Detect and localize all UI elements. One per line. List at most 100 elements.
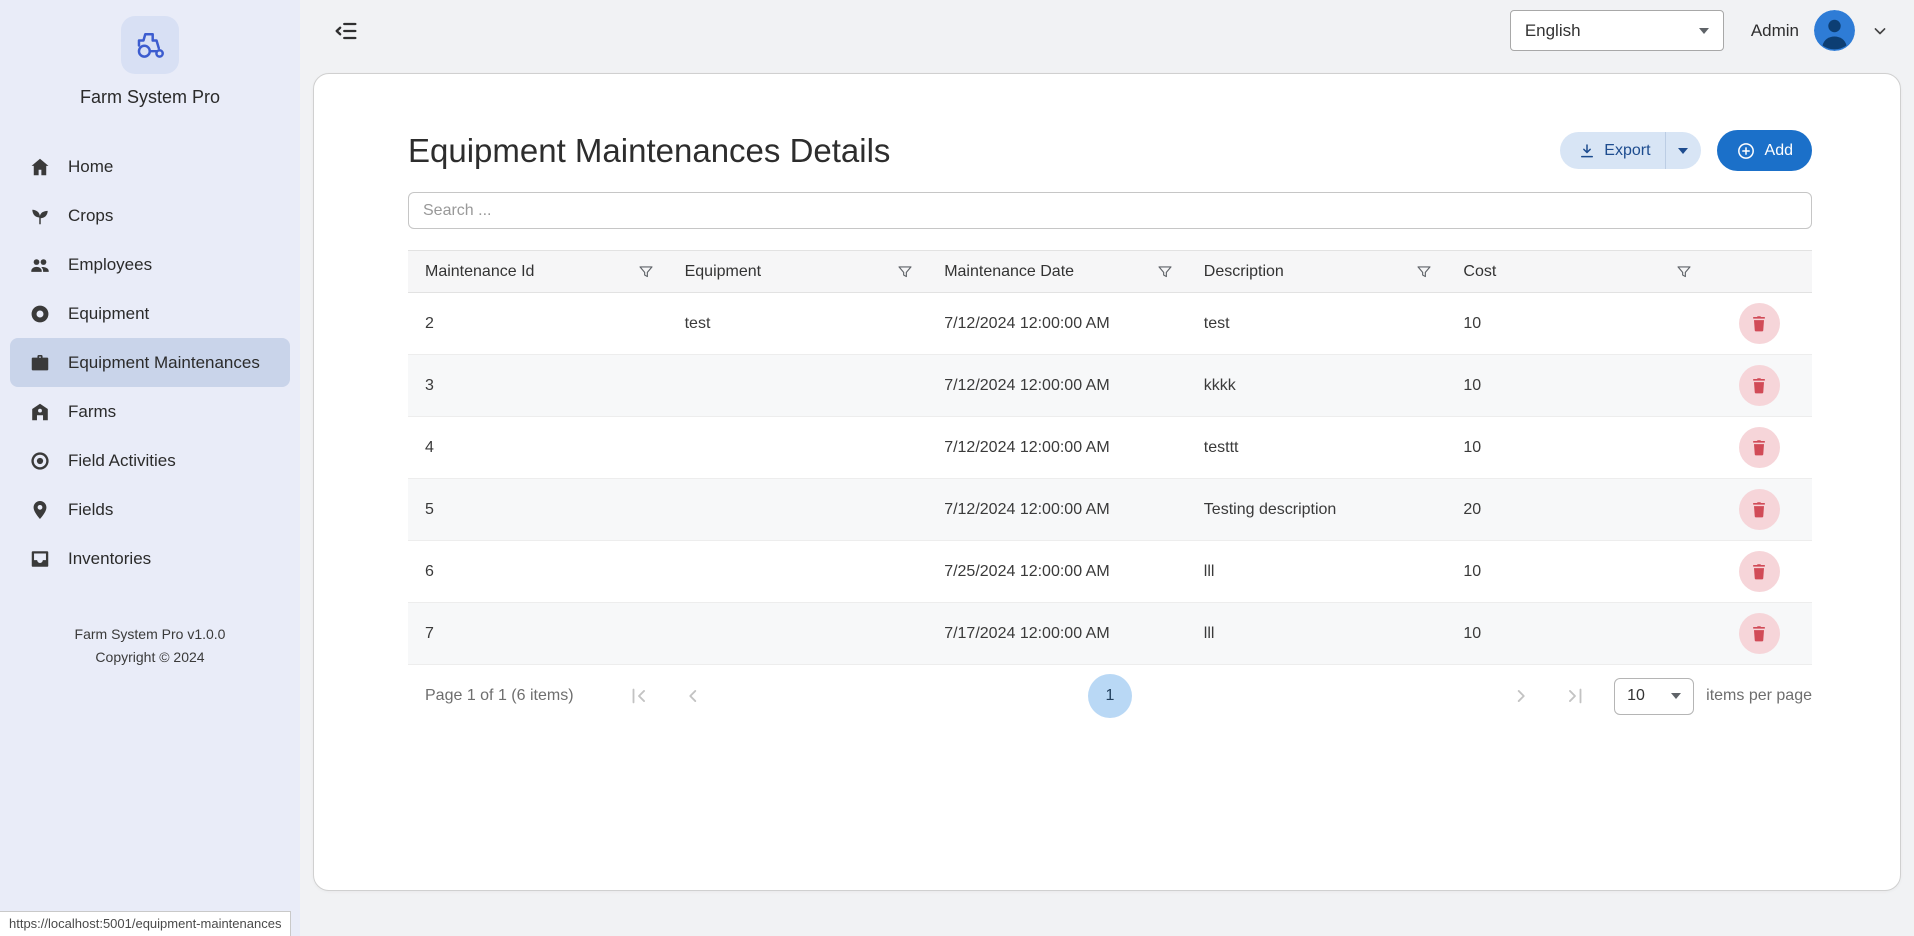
language-select[interactable]: English bbox=[1510, 10, 1724, 51]
field-activities-icon bbox=[29, 450, 51, 472]
page-number-button[interactable]: 1 bbox=[1088, 674, 1132, 718]
export-button[interactable]: Export bbox=[1560, 132, 1664, 169]
sidebar-item-home[interactable]: Home bbox=[10, 142, 290, 191]
table-row[interactable]: 47/12/2024 12:00:00 AMtesttt10 bbox=[408, 417, 1812, 479]
cell-cost: 10 bbox=[1446, 563, 1706, 581]
table-row[interactable]: 67/25/2024 12:00:00 AMlll10 bbox=[408, 541, 1812, 603]
cell-actions bbox=[1706, 551, 1812, 592]
equipment-maintenances-card: Equipment Maintenances Details Export bbox=[313, 73, 1901, 891]
fields-icon bbox=[29, 499, 51, 521]
table-row[interactable]: 77/17/2024 12:00:00 AMlll10 bbox=[408, 603, 1812, 665]
sidebar-item-label: Field Activities bbox=[68, 451, 176, 471]
cell-maintenance-id: 5 bbox=[408, 501, 668, 519]
column-label: Description bbox=[1204, 263, 1284, 281]
cell-cost: 20 bbox=[1446, 501, 1706, 519]
app-root: Farm System Pro Home Crops Employees Equipm… bbox=[0, 0, 1914, 936]
delete-button[interactable] bbox=[1739, 365, 1780, 406]
sidebar-item-inventories[interactable]: Inventories bbox=[10, 534, 290, 583]
filter-icon[interactable] bbox=[896, 263, 914, 281]
employees-icon bbox=[29, 254, 51, 276]
maintenances-table: Maintenance IdEquipmentMaintenance DateD… bbox=[408, 250, 1812, 727]
sidebar-menu: Home Crops Employees EquipmentEquipment Mai… bbox=[0, 142, 300, 583]
cell-maintenance-id: 2 bbox=[408, 315, 668, 333]
user-menu-chevron-icon[interactable] bbox=[1870, 21, 1890, 41]
filter-icon[interactable] bbox=[1675, 263, 1693, 281]
column-label: Cost bbox=[1463, 263, 1496, 281]
add-button[interactable]: Add bbox=[1717, 130, 1812, 171]
delete-button[interactable] bbox=[1739, 303, 1780, 344]
delete-button[interactable] bbox=[1739, 613, 1780, 654]
app-title: Farm System Pro bbox=[80, 87, 220, 108]
previous-page-button[interactable] bbox=[680, 683, 706, 709]
sidebar-item-equipment[interactable]: Equipment bbox=[10, 289, 290, 338]
column-label: Equipment bbox=[685, 263, 762, 281]
column-header-maintenance-date: Maintenance Date bbox=[927, 251, 1187, 292]
crops-icon bbox=[29, 205, 51, 227]
delete-button[interactable] bbox=[1739, 551, 1780, 592]
sidebar-item-employees[interactable]: Employees bbox=[10, 240, 290, 289]
header-actions: Export Add bbox=[1560, 130, 1812, 171]
pagination-bar: Page 1 of 1 (6 items) 1 bbox=[408, 665, 1812, 727]
tractor-icon bbox=[132, 27, 168, 63]
column-label: Maintenance Date bbox=[944, 263, 1074, 281]
sidebar-item-crops[interactable]: Crops bbox=[10, 191, 290, 240]
search-input[interactable] bbox=[408, 192, 1812, 229]
plus-circle-icon bbox=[1736, 141, 1756, 161]
delete-button[interactable] bbox=[1739, 489, 1780, 530]
cell-cost: 10 bbox=[1446, 315, 1706, 333]
trash-icon bbox=[1749, 376, 1769, 396]
table-row[interactable]: 37/12/2024 12:00:00 AMkkkk10 bbox=[408, 355, 1812, 417]
cell-description: kkkk bbox=[1187, 377, 1447, 395]
first-page-button[interactable] bbox=[626, 683, 652, 709]
trash-icon bbox=[1749, 500, 1769, 520]
cell-maintenance-id: 6 bbox=[408, 563, 668, 581]
copyright: Copyright © 2024 bbox=[75, 646, 226, 669]
user-avatar-icon bbox=[1814, 10, 1855, 51]
sidebar-item-equipment-maintenances[interactable]: Equipment Maintenances bbox=[10, 338, 290, 387]
content: Equipment Maintenances Details Export bbox=[300, 61, 1914, 891]
sidebar-item-fields[interactable]: Fields bbox=[10, 485, 290, 534]
sidebar-item-farms[interactable]: Farms bbox=[10, 387, 290, 436]
delete-button[interactable] bbox=[1739, 427, 1780, 468]
cell-cost: 10 bbox=[1446, 625, 1706, 643]
trash-icon bbox=[1749, 314, 1769, 334]
user-name: Admin bbox=[1751, 21, 1799, 41]
status-url: https://localhost:5001/equipment-mainten… bbox=[0, 911, 291, 936]
cell-maintenance-id: 4 bbox=[408, 439, 668, 457]
main-area: English Admin bbox=[300, 0, 1914, 936]
farms-icon bbox=[29, 401, 51, 423]
sidebar-item-field-activities[interactable]: Field Activities bbox=[10, 436, 290, 485]
sidebar-item-label: Employees bbox=[68, 255, 152, 275]
filter-icon[interactable] bbox=[637, 263, 655, 281]
last-page-button[interactable] bbox=[1562, 683, 1588, 709]
inventories-icon bbox=[29, 548, 51, 570]
export-dropdown-button[interactable] bbox=[1665, 132, 1701, 169]
home-icon bbox=[29, 156, 51, 178]
column-header-equipment: Equipment bbox=[668, 251, 928, 292]
avatar[interactable] bbox=[1814, 10, 1855, 51]
page-size-select[interactable]: 10 bbox=[1614, 678, 1694, 715]
chevron-down-icon bbox=[1678, 148, 1688, 154]
sidebar: Farm System Pro Home Crops Employees Equipm… bbox=[0, 0, 300, 936]
sidebar-item-label: Fields bbox=[68, 500, 113, 520]
table-header: Maintenance IdEquipmentMaintenance DateD… bbox=[408, 250, 1812, 293]
filter-icon[interactable] bbox=[1156, 263, 1174, 281]
cell-description: Testing description bbox=[1187, 501, 1447, 519]
filter-icon[interactable] bbox=[1415, 263, 1433, 281]
topbar-right: English Admin bbox=[1510, 10, 1890, 51]
cell-actions bbox=[1706, 613, 1812, 654]
trash-icon bbox=[1749, 438, 1769, 458]
sidebar-toggle-button[interactable] bbox=[332, 17, 360, 45]
trash-icon bbox=[1749, 624, 1769, 644]
table-row[interactable]: 57/12/2024 12:00:00 AMTesting descriptio… bbox=[408, 479, 1812, 541]
sidebar-item-label: Home bbox=[68, 157, 113, 177]
sidebar-item-label: Crops bbox=[68, 206, 113, 226]
next-page-button[interactable] bbox=[1508, 683, 1534, 709]
table-row[interactable]: 2test7/12/2024 12:00:00 AMtest10 bbox=[408, 293, 1812, 355]
sidebar-item-label: Inventories bbox=[68, 549, 151, 569]
equipment-icon bbox=[29, 303, 51, 325]
chevron-down-icon bbox=[1699, 28, 1709, 34]
cell-description: lll bbox=[1187, 625, 1447, 643]
topbar: English Admin bbox=[300, 0, 1914, 61]
app-logo bbox=[121, 16, 179, 74]
